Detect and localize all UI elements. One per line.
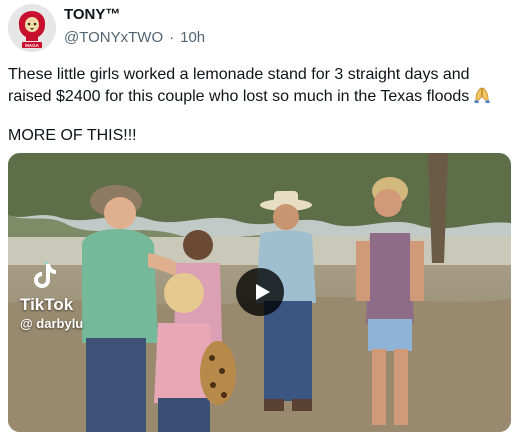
tweet-text: These little girls worked a lemonade sta… <box>8 64 508 161</box>
tiktok-username: @ darbylu <box>20 316 84 331</box>
tweet-paragraph: These little girls worked a lemonade sta… <box>8 64 508 111</box>
author-handle[interactable]: @TONYxTWO <box>64 29 163 46</box>
tiktok-brand-text: TikTok <box>20 295 74 314</box>
play-icon <box>255 284 270 300</box>
play-button[interactable] <box>236 268 284 316</box>
timestamp[interactable]: 10h <box>180 29 205 46</box>
folded-hands-emoji-icon <box>473 86 491 111</box>
avatar[interactable]: MAGA <box>8 4 56 52</box>
avatar-text: MAGA <box>25 43 39 48</box>
tiktok-watermark: TikTok @ darbylu <box>20 261 83 331</box>
author-name-row: TONY™ <box>64 6 120 23</box>
tiktok-logo-icon <box>34 262 56 288</box>
tweet-post: MAGA TONY™ @TONYxTWO · 10h These little … <box>0 0 516 437</box>
author-handle-row: @TONYxTWO · 10h <box>64 29 205 46</box>
video-media[interactable]: TikTok @ darbylu <box>8 153 511 432</box>
separator-dot: · <box>169 29 175 46</box>
tweet-line-2: MORE OF THIS!!! <box>8 127 137 144</box>
author-display-name[interactable]: TONY™ <box>64 6 120 23</box>
tweet-line-1: These little girls worked a lemonade sta… <box>8 66 470 105</box>
lion-logo-icon: MAGA <box>8 4 56 52</box>
